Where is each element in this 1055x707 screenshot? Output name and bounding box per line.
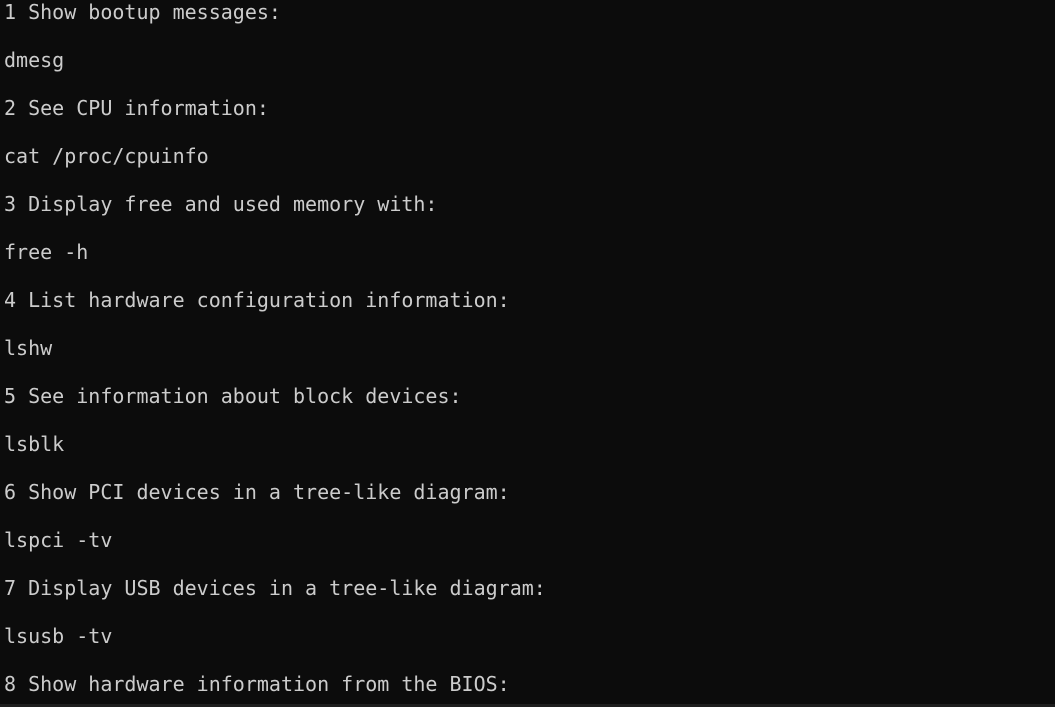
command-line-3: free -h bbox=[4, 240, 89, 264]
heading-line-7: 7 Display USB devices in a tree-like dia… bbox=[4, 576, 546, 600]
heading-line-4: 4 List hardware configuration informatio… bbox=[4, 288, 510, 312]
heading-line-3: 3 Display free and used memory with: bbox=[4, 192, 438, 216]
command-line-7: lsusb -tv bbox=[4, 624, 113, 648]
command-line-4: lshw bbox=[4, 336, 53, 360]
command-line-5: lsblk bbox=[4, 432, 65, 456]
command-line-1: dmesg bbox=[4, 48, 65, 72]
heading-line-2: 2 See CPU information: bbox=[4, 96, 269, 120]
heading-line-5: 5 See information about block devices: bbox=[4, 384, 462, 408]
heading-line-6: 6 Show PCI devices in a tree-like diagra… bbox=[4, 480, 510, 504]
heading-line-8: 8 Show hardware information from the BIO… bbox=[4, 672, 510, 696]
terminal-output[interactable]: 1 Show bootup messages: dmesg 2 See CPU … bbox=[0, 0, 1055, 707]
command-line-6: lspci -tv bbox=[4, 528, 113, 552]
command-line-2: cat /proc/cpuinfo bbox=[4, 144, 209, 168]
heading-line-1: 1 Show bootup messages: bbox=[4, 0, 281, 24]
